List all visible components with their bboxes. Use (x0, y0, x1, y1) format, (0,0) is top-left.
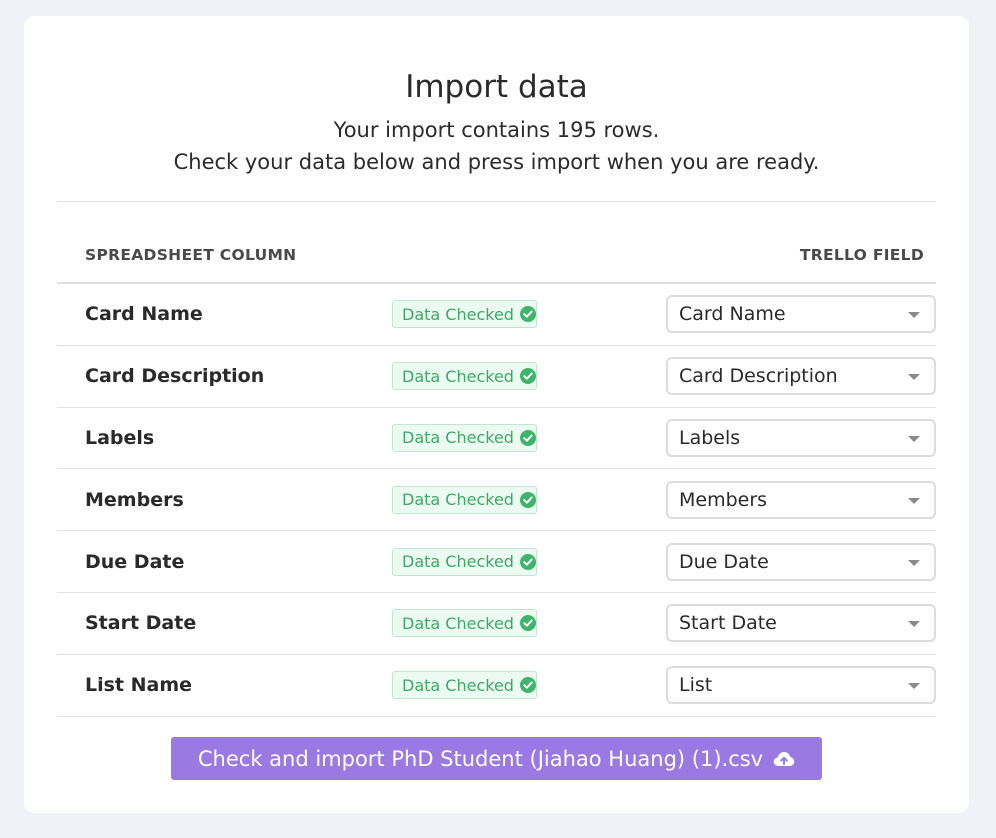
status-badge-label: Data Checked (402, 613, 514, 633)
select-value: Start Date (679, 612, 777, 635)
status-badge-label: Data Checked (402, 304, 514, 324)
table-row: Members Data Checked Members (57, 469, 936, 532)
table-row: List Name Data Checked List (57, 655, 936, 717)
row-count-text: Your import contains 195 rows. (333, 118, 660, 142)
trello-field-select[interactable]: Card Description (666, 357, 936, 396)
spreadsheet-column-name: Labels (85, 426, 155, 449)
status-badge: Data Checked (392, 609, 537, 638)
import-dialog: Import data Your import contains 195 row… (24, 16, 969, 813)
check-circle-icon (519, 491, 536, 508)
trello-field-select[interactable]: Due Date (666, 542, 936, 581)
select-value: List (679, 674, 713, 697)
trello-field-header: TRELLO FIELD (799, 246, 924, 264)
spreadsheet-column-name: Start Date (85, 612, 197, 635)
check-and-import-button[interactable]: Check and import PhD Student (Jiahao Hua… (171, 737, 822, 780)
cloud-upload-icon (773, 751, 795, 766)
status-badge: Data Checked (392, 362, 537, 391)
table-row: Card Description Data Checked Card Descr… (57, 346, 936, 408)
check-circle-icon (519, 615, 536, 632)
spreadsheet-column-name: Due Date (85, 550, 185, 573)
check-circle-icon (519, 677, 536, 694)
chevron-down-icon (908, 497, 920, 504)
trello-field-select[interactable]: Start Date (666, 604, 936, 643)
instructions-text: Check your data below and press import w… (173, 150, 820, 174)
page-title: Import data (405, 69, 588, 105)
chevron-down-icon (908, 621, 920, 628)
status-badge: Data Checked (392, 485, 537, 514)
chevron-down-icon (908, 435, 920, 442)
status-badge-label: Data Checked (402, 675, 514, 695)
select-value: Members (679, 488, 768, 511)
divider (57, 201, 936, 202)
select-value: Due Date (679, 550, 769, 573)
table-row: Labels Data Checked Labels (57, 408, 936, 470)
status-badge-label: Data Checked (402, 552, 514, 572)
mapping-table: Card Name Data Checked Card Name Card De… (57, 284, 936, 717)
chevron-down-icon (908, 559, 920, 566)
table-row: Start Date Data Checked Start Date (57, 593, 936, 655)
chevron-down-icon (908, 683, 920, 690)
chevron-down-icon (908, 312, 920, 319)
status-badge: Data Checked (392, 547, 537, 576)
status-badge-label: Data Checked (402, 490, 514, 510)
select-value: Labels (679, 426, 741, 449)
table-row: Card Name Data Checked Card Name (57, 284, 936, 346)
chevron-down-icon (908, 374, 920, 381)
trello-field-select[interactable]: Members (666, 480, 936, 519)
trello-field-select[interactable]: List (666, 666, 936, 705)
spreadsheet-column-name: Card Name (85, 303, 203, 326)
table-row: Due Date Data Checked Due Date (57, 531, 936, 593)
select-value: Card Name (679, 303, 786, 326)
check-circle-icon (519, 368, 536, 385)
status-badge-label: Data Checked (402, 366, 514, 386)
status-badge: Data Checked (392, 423, 537, 452)
trello-field-select[interactable]: Labels (666, 418, 936, 457)
status-badge-label: Data Checked (402, 428, 514, 448)
status-badge: Data Checked (392, 671, 537, 700)
status-badge: Data Checked (392, 300, 537, 329)
spreadsheet-column-name: Members (85, 488, 184, 511)
spreadsheet-column-header: SPREADSHEET COLUMN (85, 246, 297, 264)
check-circle-icon (519, 553, 536, 570)
import-button-label: Check and import PhD Student (Jiahao Hua… (197, 746, 764, 771)
spreadsheet-column-name: Card Description (85, 365, 265, 388)
select-value: Card Description (679, 365, 838, 388)
trello-field-select[interactable]: Card Name (666, 295, 936, 334)
check-circle-icon (519, 306, 536, 323)
spreadsheet-column-name: List Name (85, 674, 193, 697)
check-circle-icon (519, 429, 536, 446)
